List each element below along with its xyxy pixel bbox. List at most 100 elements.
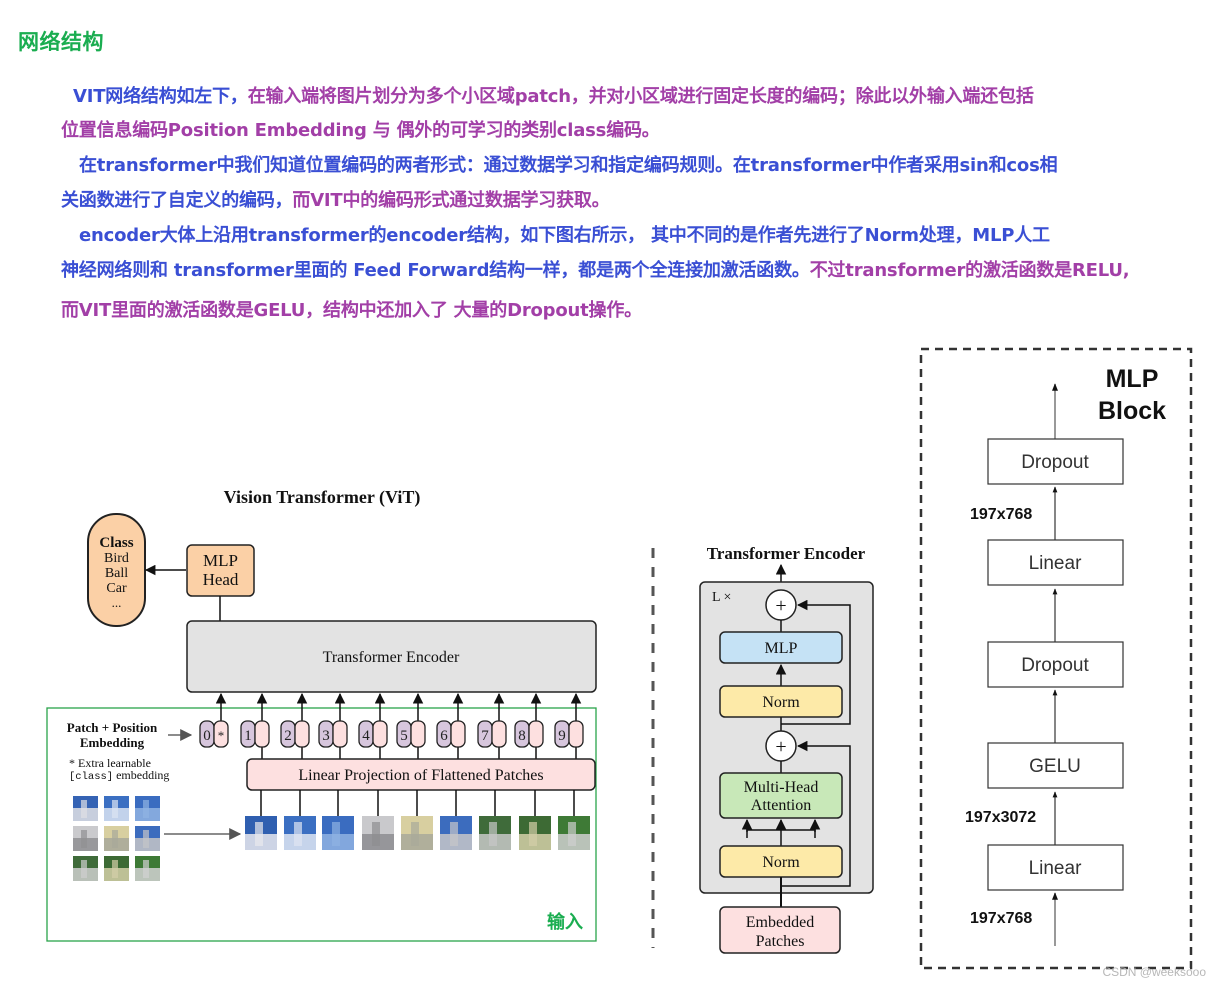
linear-projection-box: Linear Projection of Flattened Patches <box>246 758 596 791</box>
extra-note-2: [class] embedding <box>69 768 169 783</box>
patch-image <box>479 790 511 850</box>
dim-label: 197x768 <box>970 910 1032 927</box>
norm-label-2: Norm <box>762 854 800 871</box>
patch-position-label-2: Embedding <box>80 735 145 750</box>
token-pair: 8 <box>514 692 544 759</box>
patch-image <box>245 790 277 850</box>
input-label: 输入 <box>547 911 583 933</box>
mlp-head-line2: Head <box>203 570 239 589</box>
patch-image <box>401 790 433 850</box>
mlp-box: MLP <box>719 631 843 664</box>
token-index: 1 <box>244 728 252 744</box>
patch-embedding <box>254 720 270 748</box>
mlp-layer-dropout-mid: Dropout <box>987 641 1124 688</box>
class-item: Car <box>106 581 127 596</box>
watermark: CSDN @weeksooo <box>1102 965 1206 979</box>
layer-label: Linear <box>1029 553 1082 574</box>
grid-patch <box>73 856 98 881</box>
class-output: Class Bird Ball Car ... <box>87 513 146 627</box>
mlp-layer-linear-bottom: Linear <box>987 844 1124 891</box>
token-index: 2 <box>284 728 292 744</box>
dim-label: 197x3072 <box>965 809 1036 826</box>
token-index: 4 <box>362 728 370 744</box>
norm-box-2: Norm <box>719 845 843 878</box>
token-pair: 3 <box>318 692 348 759</box>
token-pair: 5 <box>396 692 426 759</box>
patch-embedding <box>294 720 310 748</box>
patch-embedding <box>372 720 388 748</box>
token-pair: 4 <box>358 692 388 759</box>
layer-label: Dropout <box>1021 655 1089 676</box>
patch-row <box>245 790 590 850</box>
embedded-patches-box: Embedded Patches <box>719 906 841 954</box>
patch-image <box>322 790 354 850</box>
vit-diagram: Vision Transformer (ViT) Class Bird Ball… <box>46 347 1193 970</box>
encoder-title: Transformer Encoder <box>707 544 866 563</box>
token-pair: 7 <box>477 692 507 759</box>
grid-patch <box>135 796 160 821</box>
token-index: 6 <box>440 728 448 744</box>
mlp-head-line1: MLP <box>203 551 238 570</box>
mlp-layer-gelu: GELU <box>987 742 1124 789</box>
token-pair: 1 <box>240 692 270 759</box>
embedded-line1: Embedded <box>746 914 814 931</box>
mlp-label: MLP <box>765 640 798 657</box>
class-item: Ball <box>105 566 128 581</box>
embedded-line2: Patches <box>756 933 805 950</box>
token-pair: 9 <box>554 692 584 759</box>
layer-label: Dropout <box>1021 452 1089 473</box>
token-pair: 0 * <box>199 692 229 748</box>
attention-box: Multi-Head Attention <box>719 772 843 819</box>
mlp-layer-dropout-top: Dropout <box>987 438 1124 485</box>
image-grid <box>73 796 160 881</box>
vit-title: Vision Transformer (ViT) <box>224 487 421 508</box>
grid-patch <box>73 826 98 851</box>
mlp-block-title-2: Block <box>1098 397 1166 425</box>
patch-embedding <box>528 720 544 748</box>
dim-label: 197x768 <box>970 506 1032 523</box>
transformer-encoder-label: Transformer Encoder <box>323 649 460 666</box>
layer-label: Linear <box>1029 858 1082 879</box>
patch-embedding <box>332 720 348 748</box>
repeat-label: L × <box>712 590 731 605</box>
norm-box: Norm <box>719 685 843 718</box>
patch-position-label-1: Patch + Position <box>67 720 158 735</box>
grid-patch <box>104 796 129 821</box>
grid-patch <box>135 856 160 881</box>
grid-patch <box>135 826 160 851</box>
patch-embedding <box>450 720 466 748</box>
grid-patch <box>104 856 129 881</box>
attention-line2: Attention <box>751 797 811 814</box>
token-index: 3 <box>322 728 330 744</box>
grid-patch <box>104 826 129 851</box>
mlp-head-box: MLP Head <box>186 544 255 597</box>
plus-label: + <box>775 736 786 758</box>
patch-image <box>284 790 316 850</box>
grid-patch <box>73 796 98 821</box>
class-token-mark: * <box>218 728 225 743</box>
attention-line1: Multi-Head <box>744 779 819 796</box>
patch-image <box>440 790 472 850</box>
token-index: 7 <box>481 728 489 744</box>
token-pair: 6 <box>436 692 466 759</box>
class-item: ... <box>112 595 122 610</box>
class-title: Class <box>99 535 133 551</box>
patch-image <box>558 790 590 850</box>
plus-label: + <box>775 595 786 617</box>
token-index: 5 <box>400 728 408 744</box>
patch-embedding <box>410 720 426 748</box>
mlp-block-title-1: MLP <box>1106 365 1159 393</box>
patch-embedding <box>568 720 584 748</box>
patch-image <box>362 790 394 850</box>
norm-label: Norm <box>762 694 800 711</box>
token-index: 9 <box>558 728 566 744</box>
token-row: 0 * 1 2 3 4 5 6 7 8 9 <box>199 692 584 759</box>
transformer-encoder-box: Transformer Encoder <box>186 620 597 693</box>
token-index: 8 <box>518 728 526 744</box>
token-index: 0 <box>203 728 211 744</box>
mlp-layer-linear-top: Linear <box>987 539 1124 586</box>
linear-projection-label: Linear Projection of Flattened Patches <box>298 767 543 784</box>
layer-label: GELU <box>1029 756 1081 777</box>
token-pair: 2 <box>280 692 310 759</box>
class-item: Bird <box>104 551 129 566</box>
